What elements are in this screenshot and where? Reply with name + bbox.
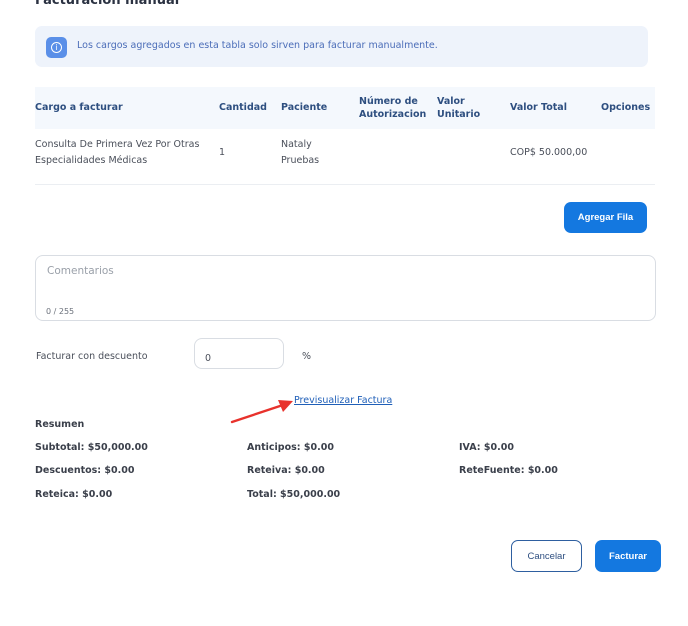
discount-label: Facturar con descuento [36, 351, 148, 362]
cell-cargo: Consulta De Primera Vez Por Otras Especi… [35, 137, 199, 169]
table-row: Consulta De Primera Vez Por Otras Especi… [35, 129, 655, 185]
header-valor-line2: Unitario [437, 109, 481, 120]
summary-reteiva: Reteiva: $0.00 [247, 465, 325, 476]
info-text: Los cargos agregados en esta tabla solo … [77, 40, 438, 51]
cell-cargo-line2: Especialidades Médicas [35, 155, 148, 166]
page-title: Facturación manual [35, 0, 180, 8]
cell-paciente-line2: Pruebas [281, 155, 320, 166]
header-valor-line1: Valor [437, 96, 465, 107]
header-valor-unitario: Valor Unitario [437, 95, 480, 121]
red-arrow-annotation [230, 400, 293, 424]
summary-iva: IVA: $0.00 [459, 442, 514, 453]
summary-title: Resumen [35, 419, 85, 430]
summary-total: Total: $50,000.00 [247, 489, 341, 500]
summary-retefuente: ReteFuente: $0.00 [459, 465, 558, 476]
header-opciones: Opciones [601, 102, 651, 113]
cell-cantidad: 1 [219, 147, 226, 158]
discount-value: 0 [205, 353, 212, 364]
cell-paciente-line1: Nataly [281, 139, 312, 150]
cancel-button[interactable]: Cancelar [511, 540, 582, 572]
summary-subtotal: Subtotal: $50,000.00 [35, 442, 148, 453]
header-paciente: Paciente [281, 102, 328, 113]
header-numero-line1: Número de [359, 96, 418, 107]
header-cargo: Cargo a facturar [35, 102, 123, 113]
preview-invoice-link[interactable]: Previsualizar Factura [294, 395, 392, 406]
summary-anticipos: Anticipos: $0.00 [247, 442, 334, 453]
info-banner: i Los cargos agregados en esta tabla sol… [35, 26, 648, 67]
add-row-button[interactable]: Agregar Fila [564, 202, 647, 233]
cell-cargo-line1: Consulta De Primera Vez Por Otras [35, 139, 200, 150]
header-numero-autorizacion: Número de Autorizacion [359, 95, 426, 121]
percent-symbol: % [302, 351, 312, 362]
invoice-button[interactable]: Facturar [595, 540, 661, 572]
discount-input[interactable]: 0 [194, 338, 284, 369]
header-numero-line2: Autorizacion [359, 109, 427, 120]
cell-valor-total: COP$ 50.000,00 [510, 147, 588, 158]
header-valor-total: Valor Total [510, 102, 567, 113]
header-cantidad: Cantidad [219, 102, 267, 113]
table-header: Cargo a facturar Cantidad Paciente Númer… [35, 87, 655, 129]
comments-field[interactable]: Comentarios 0 / 255 [35, 255, 656, 321]
summary-descuentos: Descuentos: $0.00 [35, 465, 135, 476]
comments-counter: 0 / 255 [46, 307, 75, 316]
info-icon: i [46, 37, 67, 58]
summary-reteica: Reteica: $0.00 [35, 489, 113, 500]
cell-paciente: Nataly Pruebas [281, 137, 319, 169]
comments-placeholder: Comentarios [47, 265, 114, 277]
